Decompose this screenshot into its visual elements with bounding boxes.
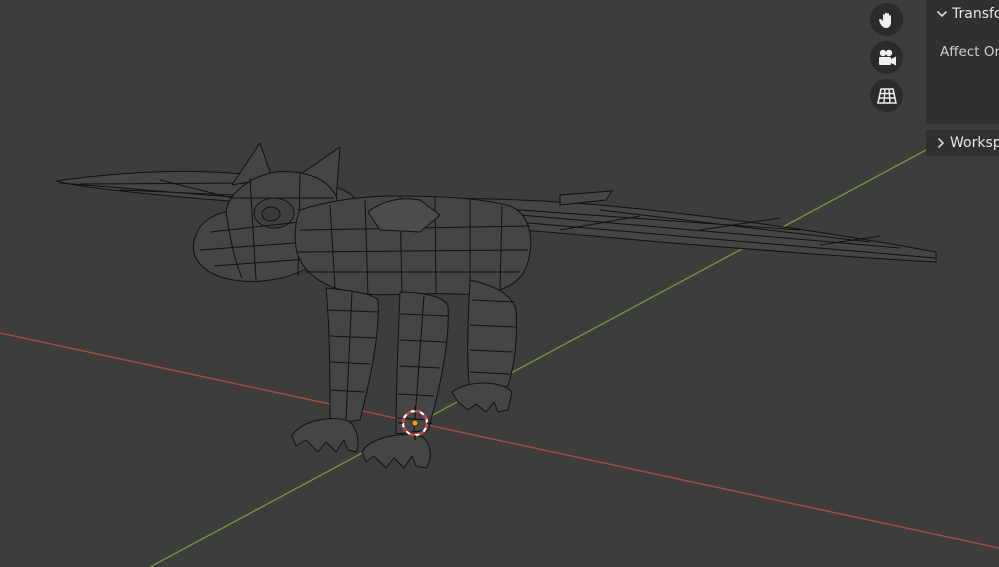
back-paw: [451, 382, 513, 413]
affect-only-label: Affect Only: [940, 44, 999, 60]
camera-view-button[interactable]: [870, 41, 903, 74]
origin-dot: [411, 419, 419, 427]
chevron-down-icon: [936, 9, 948, 19]
transform-panel-header[interactable]: Transform: [926, 0, 999, 28]
transform-panel-title: Transform: [952, 6, 999, 22]
front-leg-left: [325, 287, 379, 425]
perspective-toggle-button[interactable]: [870, 79, 903, 112]
3d-viewport[interactable]: [0, 0, 999, 567]
chevron-right-icon: [936, 137, 946, 149]
front-paw-left: [291, 418, 359, 453]
grid-perspective-icon: [876, 87, 897, 104]
workspace-panel: Workspace: [926, 130, 999, 156]
pan-view-button[interactable]: [870, 3, 903, 36]
viewport-canvas[interactable]: [0, 0, 999, 567]
camera-icon: [878, 49, 896, 65]
front-paw-right: [361, 434, 431, 469]
creature-mesh[interactable]: [55, 142, 937, 469]
transform-panel: Transform Affect Only: [926, 0, 999, 124]
back-leg: [467, 279, 517, 393]
hand-icon: [878, 12, 891, 28]
workspace-panel-title: Workspace: [950, 135, 999, 151]
sidebar-panel: Transform Affect Only Workspace: [926, 0, 999, 567]
workspace-panel-header[interactable]: Workspace: [926, 130, 999, 156]
